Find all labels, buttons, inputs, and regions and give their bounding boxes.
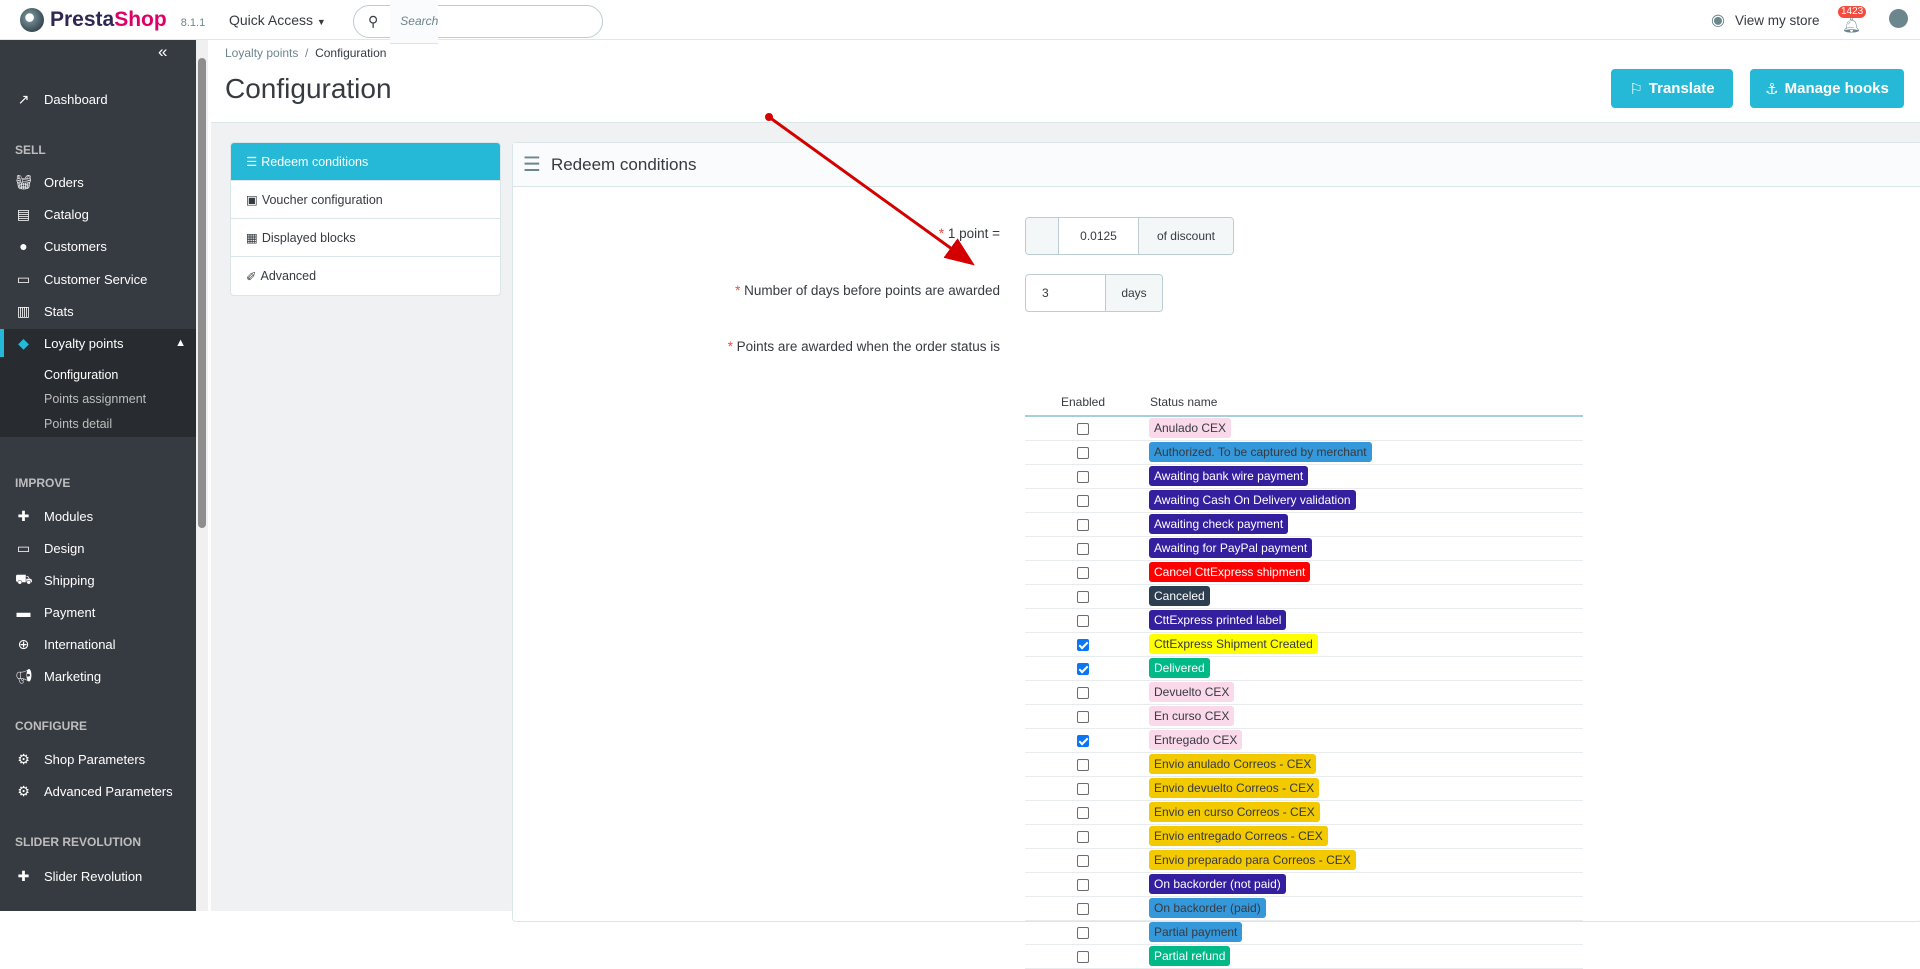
enabled-checkbox[interactable] [1077, 926, 1089, 939]
status-badge: Partial payment [1149, 922, 1243, 942]
enabled-cell [1025, 920, 1141, 945]
enabled-cell [1025, 944, 1141, 969]
status-badge: Partial refund [1149, 946, 1231, 966]
status-row: Partial refund [1025, 944, 1583, 969]
enabled-checkbox[interactable] [1077, 950, 1089, 963]
status-cell: Partial refund [1141, 944, 1583, 969]
status-cell: Partial payment [1141, 920, 1583, 945]
annotation-arrow [765, 113, 975, 266]
status-row: Partial payment [1025, 920, 1583, 945]
